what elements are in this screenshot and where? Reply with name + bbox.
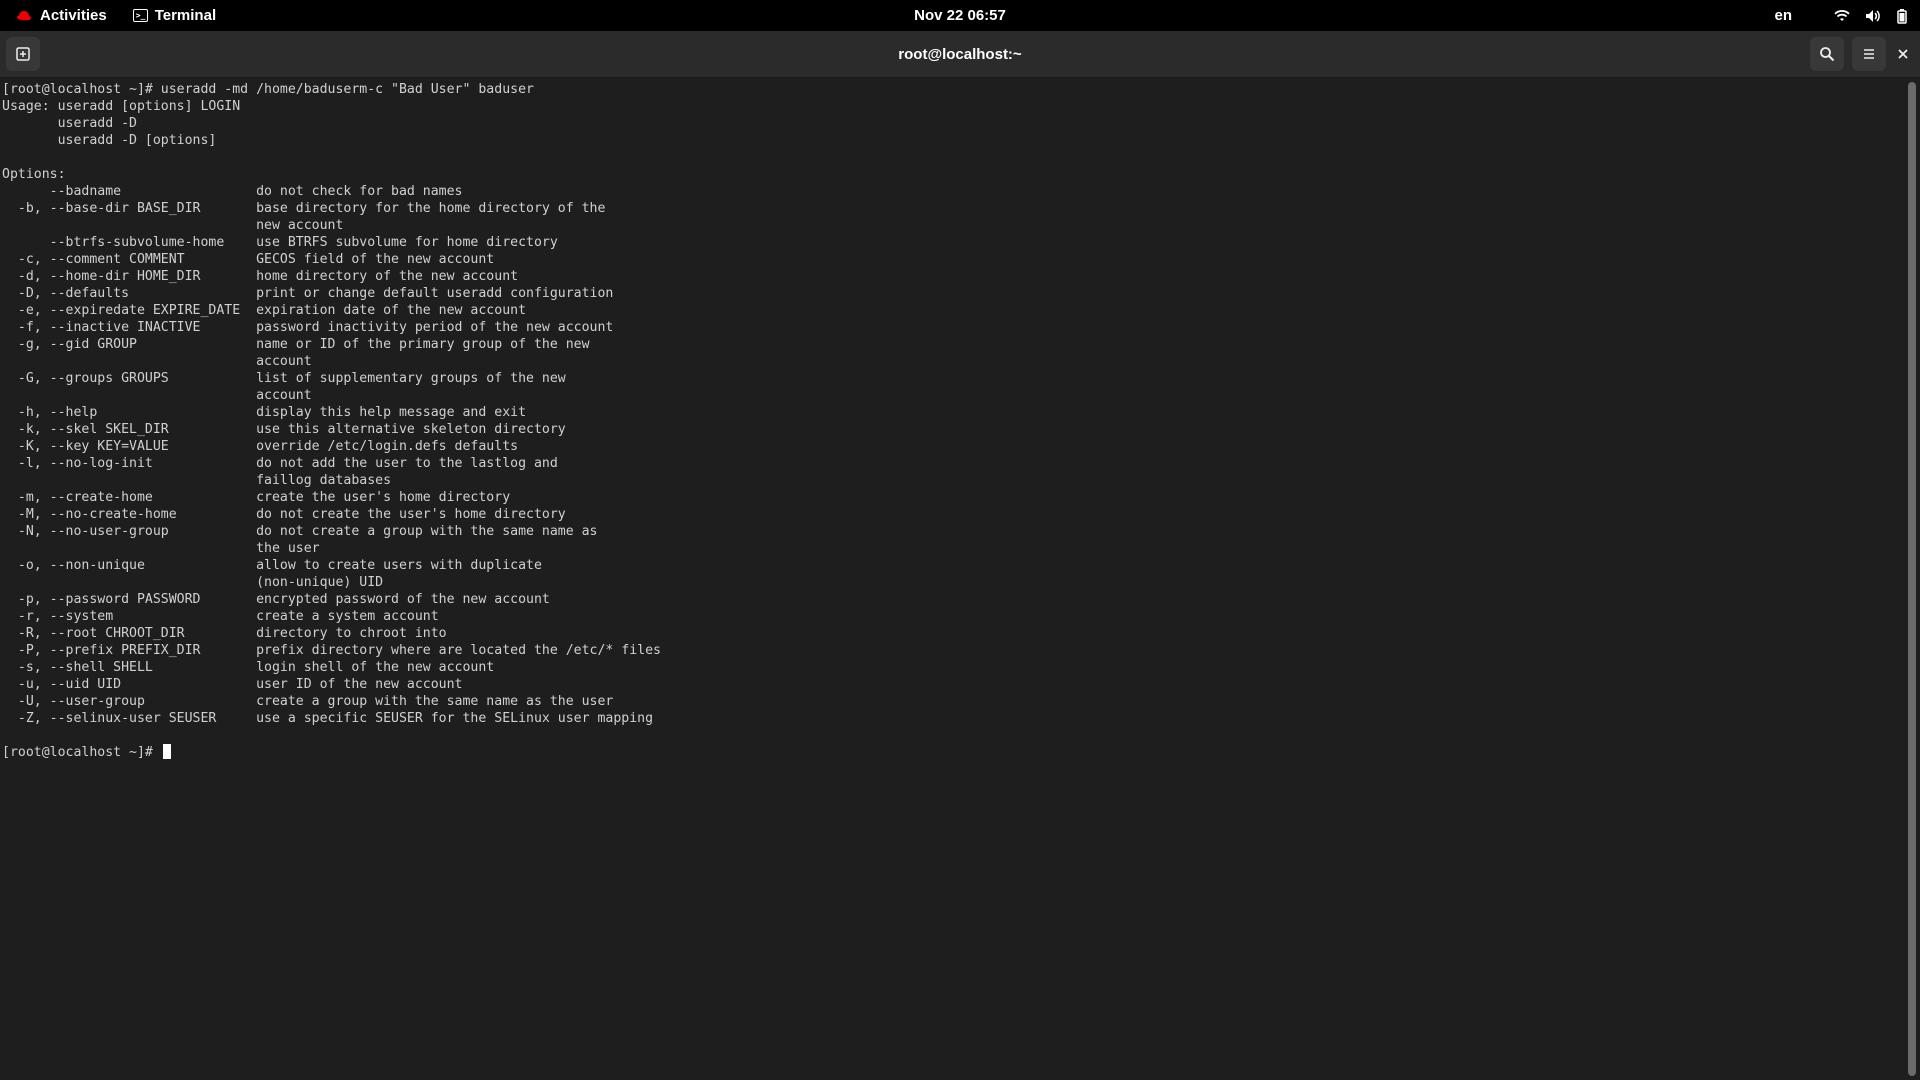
scrollbar-thumb[interactable] bbox=[1908, 82, 1916, 1076]
terminal-line: -s, --shell SHELL login shell of the new… bbox=[2, 660, 495, 675]
terminal-scrollbar[interactable] bbox=[1908, 82, 1916, 1076]
activities-label: Activities bbox=[40, 7, 107, 24]
terminal-line: -l, --no-log-init do not add the user to… bbox=[2, 456, 558, 471]
terminal-line: -f, --inactive INACTIVE password inactiv… bbox=[2, 320, 614, 335]
terminal-app-icon: >_ bbox=[132, 9, 148, 22]
terminal-line: faillog databases bbox=[2, 473, 392, 488]
terminal-line: Options: bbox=[2, 167, 66, 182]
window-headerbar: root@localhost:~ bbox=[0, 31, 1920, 78]
app-menu-label: Terminal bbox=[154, 7, 217, 24]
terminal-line: -Z, --selinux-user SEUSER use a specific… bbox=[2, 711, 654, 726]
close-icon bbox=[1898, 49, 1908, 59]
terminal-line: -r, --system create a system account bbox=[2, 609, 439, 624]
system-tray: en bbox=[1774, 0, 1910, 31]
activities-button[interactable]: Activities bbox=[0, 0, 121, 31]
terminal-line: -m, --create-home create the user's home… bbox=[2, 490, 511, 505]
terminal-line: account bbox=[2, 354, 312, 369]
hamburger-menu-icon bbox=[1864, 49, 1874, 59]
window-title: root@localhost:~ bbox=[898, 45, 1022, 63]
new-tab-icon bbox=[16, 47, 30, 61]
terminal-line: useradd -D bbox=[2, 116, 137, 131]
terminal-line: --btrfs-subvolume-home use BTRFS subvolu… bbox=[2, 235, 558, 250]
terminal-line: Usage: useradd [options] LOGIN bbox=[2, 99, 241, 114]
terminal-line: (non-unique) UID bbox=[2, 575, 384, 590]
terminal-line: -k, --skel SKEL_DIR use this alternative… bbox=[2, 422, 566, 437]
terminal-line: -o, --non-unique allow to create users w… bbox=[2, 558, 542, 573]
search-button[interactable] bbox=[1810, 37, 1844, 71]
search-icon bbox=[1820, 47, 1835, 62]
terminal-line: new account bbox=[2, 218, 344, 233]
terminal-line: -p, --password PASSWORD encrypted passwo… bbox=[2, 592, 550, 607]
terminal-line: -u, --uid UID user ID of the new account bbox=[2, 677, 463, 692]
shell-prompt: [root@localhost ~]# bbox=[2, 745, 161, 760]
text-cursor bbox=[162, 744, 171, 759]
close-window-button[interactable] bbox=[1886, 37, 1920, 71]
panel-left: Activities >_ Terminal bbox=[0, 0, 228, 31]
terminal-line: -g, --gid GROUP name or ID of the primar… bbox=[2, 337, 590, 352]
terminal-line: -P, --prefix PREFIX_DIR prefix directory… bbox=[2, 643, 661, 658]
terminal-line: [root@localhost ~]# useradd -md /home/ba… bbox=[2, 82, 534, 97]
top-panel: Activities >_ Terminal Nov 22 06:57 en bbox=[0, 0, 1920, 31]
terminal-line: -h, --help display this help message and… bbox=[2, 405, 527, 420]
clock[interactable]: Nov 22 06:57 bbox=[914, 7, 1006, 24]
terminal-line: -e, --expiredate EXPIRE_DATE expiration … bbox=[2, 303, 527, 318]
terminal-line: -K, --key KEY=VALUE override /etc/login.… bbox=[2, 439, 519, 454]
battery-icon[interactable] bbox=[1894, 8, 1910, 24]
terminal-line: --badname do not check for bad names bbox=[2, 184, 463, 199]
terminal-line: -d, --home-dir HOME_DIR home directory o… bbox=[2, 269, 519, 284]
terminal-line: -b, --base-dir BASE_DIR base directory f… bbox=[2, 201, 606, 216]
main-menu-button[interactable] bbox=[1852, 37, 1886, 71]
terminal-line: useradd -D [options] bbox=[2, 133, 217, 148]
terminal-line: -N, --no-user-group do not create a grou… bbox=[2, 524, 598, 539]
terminal-line: account bbox=[2, 388, 312, 403]
redhat-logo-icon bbox=[16, 10, 32, 20]
language-indicator[interactable]: en bbox=[1774, 7, 1792, 24]
app-menu-button[interactable]: >_ Terminal bbox=[121, 0, 228, 31]
wifi-icon[interactable] bbox=[1834, 8, 1850, 24]
terminal-line: -R, --root CHROOT_DIR directory to chroo… bbox=[2, 626, 447, 641]
terminal-output[interactable]: [root@localhost ~]# useradd -md /home/ba… bbox=[0, 78, 1906, 1080]
terminal-line: -M, --no-create-home do not create the u… bbox=[2, 507, 566, 522]
terminal-line: -U, --user-group create a group with the… bbox=[2, 694, 614, 709]
terminal-line: the user bbox=[2, 541, 320, 556]
volume-icon[interactable] bbox=[1864, 8, 1880, 24]
terminal-line: -G, --groups GROUPS list of supplementar… bbox=[2, 371, 566, 386]
terminal-line: -c, --comment COMMENT GECOS field of the… bbox=[2, 252, 495, 267]
new-tab-button[interactable] bbox=[6, 37, 40, 71]
terminal-line: -D, --defaults print or change default u… bbox=[2, 286, 614, 301]
terminal-prompt-line[interactable]: [root@localhost ~]# bbox=[2, 744, 1906, 761]
